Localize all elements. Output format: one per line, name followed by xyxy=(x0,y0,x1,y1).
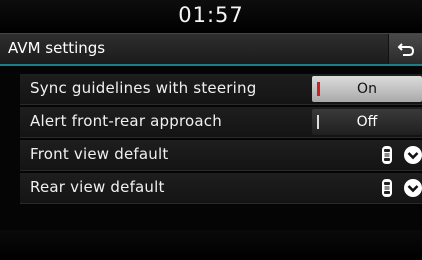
bottom-area xyxy=(0,230,422,260)
setting-row-rear-view[interactable]: Rear view default xyxy=(20,173,422,204)
status-bar: 01:57 xyxy=(0,0,422,33)
sync-guidelines-toggle[interactable]: On xyxy=(312,76,422,102)
toggle-value: On xyxy=(357,81,377,97)
setting-label: Front view default xyxy=(30,145,169,163)
alert-approach-toggle[interactable]: Off xyxy=(312,109,422,135)
chevron-down-icon[interactable] xyxy=(403,145,422,165)
setting-label: Rear view default xyxy=(30,178,165,196)
car-icon xyxy=(382,146,392,164)
settings-list: Sync guidelines with steering On Alert f… xyxy=(0,74,422,206)
clock: 01:57 xyxy=(178,3,244,27)
car-icon xyxy=(382,179,392,197)
page-title: AVM settings xyxy=(8,39,106,57)
setting-row-alert-approach[interactable]: Alert front-rear approach Off xyxy=(20,107,422,138)
back-button[interactable] xyxy=(388,34,422,64)
title-bar: AVM settings xyxy=(0,33,422,64)
setting-label: Alert front-rear approach xyxy=(30,112,222,130)
avm-settings-screen: 01:57 AVM settings Sync guidelines with … xyxy=(0,0,422,260)
setting-label: Sync guidelines with steering xyxy=(30,79,257,97)
toggle-value: Off xyxy=(356,114,378,130)
setting-row-sync-guidelines[interactable]: Sync guidelines with steering On xyxy=(20,74,422,105)
chevron-down-icon[interactable] xyxy=(403,178,422,198)
back-arrow-icon xyxy=(397,43,415,56)
header-accent-line xyxy=(0,64,422,66)
setting-row-front-view[interactable]: Front view default xyxy=(20,140,422,171)
